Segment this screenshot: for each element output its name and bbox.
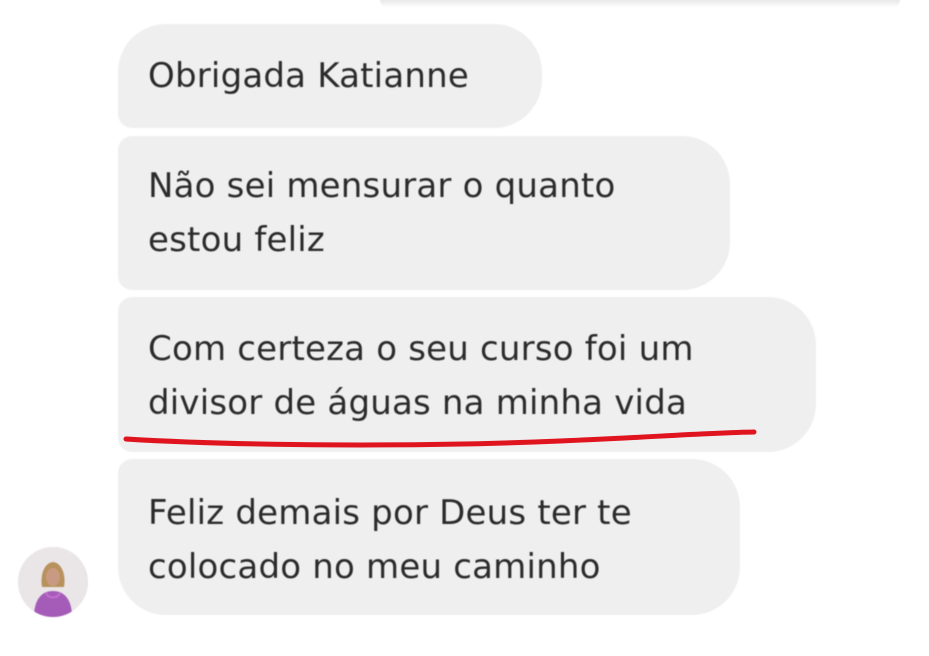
- message-4-line-1: Feliz demais por Deus ter te: [148, 493, 632, 533]
- message-bubble-3[interactable]: Com certeza o seu curso foi um divisor d…: [118, 297, 816, 452]
- message-2-line-1: Não sei mensurar o quanto: [148, 166, 616, 206]
- message-2-line-2: estou feliz: [148, 220, 325, 260]
- message-1-line-1: Obrigada Katianne: [148, 56, 469, 96]
- message-4-line-2: colocado no meu caminho: [148, 547, 601, 587]
- sender-avatar[interactable]: [18, 547, 88, 617]
- message-3-line-1: Com certeza o seu curso foi um: [148, 329, 694, 369]
- previous-message-edge: [380, 0, 900, 8]
- person-photo-icon: [18, 547, 88, 617]
- message-3-line-2: divisor de águas na minha vida: [148, 383, 688, 423]
- message-bubble-4[interactable]: Feliz demais por Deus ter te colocado no…: [118, 459, 740, 615]
- message-bubble-2[interactable]: Não sei mensurar o quanto estou feliz: [118, 136, 730, 290]
- message-bubble-1[interactable]: Obrigada Katianne: [118, 24, 542, 128]
